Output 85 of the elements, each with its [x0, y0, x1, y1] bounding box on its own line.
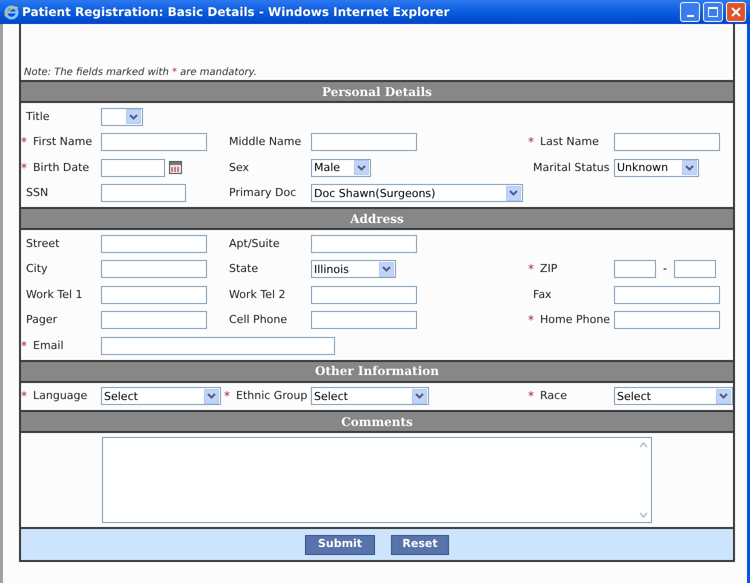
dropdown-value: Unknown — [617, 162, 668, 174]
input-field[interactable] — [101, 158, 165, 177]
dropdown-value: Male — [314, 162, 340, 174]
mandatory-note: Note: The fields marked with * are mandatory. — [23, 66, 258, 80]
required-mark: * — [21, 388, 28, 406]
form-button[interactable]: Submit — [305, 534, 375, 554]
dropdown[interactable]: Doc Shawn(Surgeons) — [311, 184, 523, 202]
required-mark: * — [528, 134, 535, 152]
field-label: Middle Name — [229, 134, 302, 150]
input-field[interactable] — [101, 260, 207, 278]
input-field[interactable] — [311, 133, 417, 152]
dropdown[interactable]: Illinois — [311, 260, 396, 278]
input-field[interactable] — [101, 311, 207, 330]
field-label: First Name — [33, 134, 92, 150]
section-header: Address — [21, 207, 733, 230]
input-field[interactable] — [614, 286, 720, 304]
form-button[interactable]: Reset — [391, 534, 449, 554]
field-label: Race — [540, 388, 567, 404]
required-mark: * — [21, 338, 28, 355]
scroll-up-icon[interactable] — [638, 440, 649, 450]
field-label: Work Tel 2 — [229, 286, 286, 302]
field-label: Birth Date — [33, 160, 90, 176]
dropdown-value: Select — [314, 390, 348, 402]
field-label: Cell Phone — [229, 312, 288, 328]
input-field[interactable] — [101, 286, 207, 304]
input-field[interactable] — [101, 234, 207, 253]
close-button[interactable] — [726, 2, 746, 22]
input-field[interactable] — [614, 133, 720, 152]
input-field[interactable] — [101, 133, 207, 152]
browser-logo-icon — [4, 4, 19, 20]
field-label: Apt/Suite — [229, 236, 280, 252]
field-label: ZIP — [540, 261, 558, 277]
field-label: State — [229, 261, 258, 277]
input-field[interactable] — [614, 311, 720, 330]
dropdown[interactable]: Select — [311, 387, 429, 406]
section-header: Personal Details — [21, 80, 733, 103]
dropdown-value: Illinois — [314, 264, 349, 275]
dropdown[interactable] — [101, 108, 143, 126]
required-mark: * — [21, 134, 28, 152]
minimize-button[interactable] — [680, 2, 700, 22]
calendar-icon[interactable] — [169, 161, 182, 174]
field-label: Fax — [533, 286, 552, 302]
field-label: Email — [33, 338, 64, 354]
required-mark: * — [21, 160, 28, 177]
field-label: Marital Status — [533, 160, 610, 176]
field-label: Last Name — [540, 134, 599, 150]
required-mark: * — [528, 312, 535, 330]
required-mark: * — [528, 388, 535, 406]
maximize-button[interactable] — [703, 2, 723, 22]
maximize-icon — [708, 7, 718, 17]
dropdown[interactable]: Select — [101, 387, 221, 406]
input-field[interactable] — [614, 260, 656, 278]
input-field[interactable] — [311, 234, 417, 253]
input-field[interactable] — [311, 286, 417, 304]
input-field[interactable] — [311, 311, 417, 330]
field-label: Sex — [229, 160, 250, 176]
dropdown[interactable]: Select — [614, 387, 733, 406]
dropdown-value: Select — [617, 390, 651, 402]
dropdown[interactable]: Unknown — [614, 158, 699, 177]
field-label: Work Tel 1 — [26, 286, 83, 302]
section-header: Comments — [21, 410, 733, 433]
field-label: Home Phone — [540, 312, 610, 328]
field-label: Street — [26, 236, 60, 252]
comments-textarea[interactable] — [102, 437, 652, 523]
input-field[interactable] — [101, 184, 186, 202]
field-label: Title — [26, 108, 50, 124]
field-label: Language — [33, 388, 88, 404]
field-label: Primary Doc — [229, 185, 296, 201]
required-mark: * — [224, 388, 231, 406]
input-field[interactable] — [674, 260, 716, 278]
dropdown[interactable]: Male — [311, 158, 371, 177]
field-label: Ethnic Group — [236, 388, 308, 404]
required-mark: * — [528, 261, 535, 278]
dropdown-value: Select — [104, 390, 138, 402]
input-field[interactable] — [101, 336, 335, 355]
field-label: SSN — [26, 185, 48, 201]
zip-separator: - — [663, 261, 667, 277]
dropdown-value: Doc Shawn(Surgeons) — [314, 188, 436, 199]
field-label: City — [26, 261, 48, 277]
minimize-icon — [686, 15, 694, 17]
window-title: Patient Registration: Basic Details - Windows Internet Explorer — [22, 4, 450, 21]
field-label: Pager — [26, 312, 58, 328]
section-header: Other Information — [21, 360, 733, 382]
close-icon — [731, 7, 741, 17]
scroll-down-icon[interactable] — [638, 510, 649, 520]
